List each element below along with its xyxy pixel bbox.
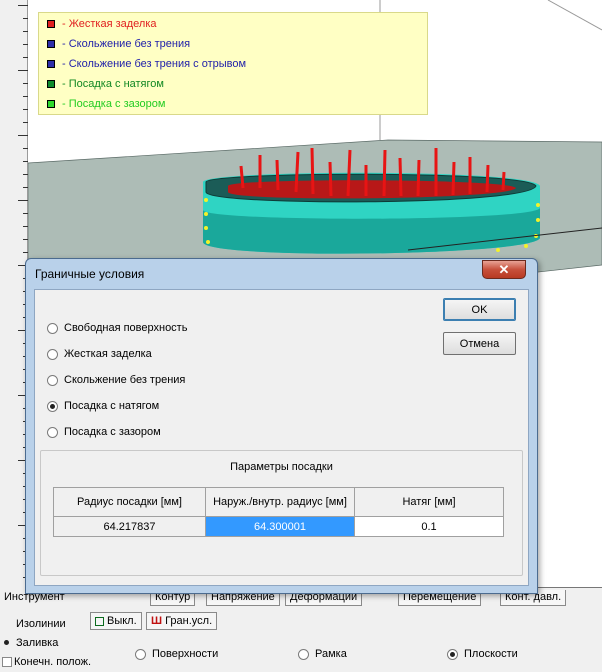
legend-swatch bbox=[47, 40, 55, 48]
radio-circle bbox=[298, 648, 309, 660]
fit-parameters-table: Радиус посадки [мм] Наруж./внутр. радиус… bbox=[53, 487, 504, 537]
off-button[interactable]: Выкл. bbox=[90, 612, 142, 630]
bc-button[interactable]: Ш Гран.усл. bbox=[146, 612, 218, 630]
fit-parameters-group: Параметры посадки Радиус посадки [мм] На… bbox=[40, 450, 523, 576]
radio-label: Скольжение без трения bbox=[64, 374, 186, 386]
radio-label: Плоскости bbox=[464, 648, 518, 660]
radio-isolines[interactable]: Изолинии bbox=[2, 616, 66, 632]
ok-button[interactable]: OK bbox=[443, 298, 516, 321]
radio-final-position[interactable]: Конечн. полож. bbox=[2, 654, 91, 670]
table-header: Радиус посадки [мм] bbox=[53, 487, 206, 517]
radio-fill[interactable]: Заливка bbox=[2, 635, 58, 651]
close-icon: ✕ bbox=[498, 262, 510, 277]
legend-swatch bbox=[47, 20, 55, 28]
outer-inner-radius-cell[interactable]: 64.300001 bbox=[205, 516, 355, 537]
radio-circle bbox=[47, 426, 58, 438]
legend-item-clearance: - Посадка с зазором bbox=[47, 96, 165, 112]
radio-fixed[interactable]: Жесткая заделка bbox=[47, 346, 152, 362]
radio-circle bbox=[135, 648, 146, 660]
fit-parameters-title: Параметры посадки bbox=[230, 461, 333, 473]
fit-radius-cell[interactable]: 64.217837 bbox=[53, 516, 206, 537]
close-button[interactable]: ✕ bbox=[482, 260, 526, 279]
interference-cell[interactable]: 0.1 bbox=[354, 516, 504, 537]
cancel-button[interactable]: Отмена bbox=[443, 332, 516, 355]
bottom-panel: Изолинии Заливка Конечн. полож. Выкл. Ш … bbox=[0, 608, 602, 672]
bc-button-label: Гран.усл. bbox=[165, 615, 213, 627]
checkbox-box bbox=[95, 616, 104, 626]
ruler-tick bbox=[18, 135, 28, 136]
radio-label: Свободная поверхность bbox=[64, 322, 188, 334]
legend-label: - Посадка с зазором bbox=[62, 98, 166, 110]
radio-surfaces[interactable]: Поверхности bbox=[135, 646, 218, 662]
legend-item-fixed: - Жесткая заделка bbox=[47, 16, 157, 32]
legend-swatch bbox=[47, 60, 55, 68]
table-header: Наруж./внутр. радиус [мм] bbox=[205, 487, 355, 517]
radio-interference-fit[interactable]: Посадка с натягом bbox=[47, 398, 159, 414]
legend-label: - Жесткая заделка bbox=[62, 18, 157, 30]
radio-frame[interactable]: Рамка bbox=[298, 646, 347, 662]
legend-swatch bbox=[47, 100, 55, 108]
radio-free-surface[interactable]: Свободная поверхность bbox=[47, 320, 187, 336]
dialog-title: Граничные условия bbox=[35, 267, 145, 281]
bc-icon: Ш bbox=[151, 615, 163, 627]
radio-label: Заливка bbox=[16, 637, 59, 649]
radio-circle bbox=[447, 648, 458, 660]
legend-swatch bbox=[47, 80, 55, 88]
ruler-tick bbox=[18, 5, 28, 6]
radio-label: Изолинии bbox=[16, 618, 66, 630]
legend-label: - Посадка с натягом bbox=[62, 78, 164, 90]
legend-box: - Жесткая заделка - Скольжение без трени… bbox=[38, 12, 428, 115]
radio-label: Жесткая заделка bbox=[64, 348, 152, 360]
radio-label: Конечн. полож. bbox=[14, 656, 92, 668]
boundary-conditions-dialog: Граничные условия ✕ OK Отмена Свободная … bbox=[25, 258, 538, 594]
checkbox-box bbox=[2, 657, 12, 667]
left-ruler bbox=[0, 0, 28, 590]
radio-label: Рамка bbox=[315, 648, 347, 660]
legend-label: - Скольжение без трения bbox=[62, 38, 191, 50]
radio-frictionless[interactable]: Скольжение без трения bbox=[47, 372, 185, 388]
radio-clearance-fit[interactable]: Посадка с зазором bbox=[47, 424, 161, 440]
legend-label: - Скольжение без трения с отрывом bbox=[62, 58, 247, 70]
radio-circle bbox=[2, 638, 12, 649]
dialog-body: OK Отмена Свободная поверхность Жесткая … bbox=[34, 289, 529, 586]
off-button-label: Выкл. bbox=[107, 615, 137, 627]
ruler-tick bbox=[18, 200, 28, 201]
legend-item-slide: - Скольжение без трения bbox=[47, 36, 190, 52]
radio-label: Поверхности bbox=[152, 648, 219, 660]
legend-item-interference: - Посадка с натягом bbox=[47, 76, 164, 92]
radio-circle bbox=[2, 619, 12, 630]
ruler-tick bbox=[18, 70, 28, 71]
radio-circle bbox=[47, 348, 58, 360]
table-header-row: Радиус посадки [мм] Наруж./внутр. радиус… bbox=[53, 487, 504, 517]
radio-circle bbox=[47, 400, 58, 412]
radio-circle bbox=[47, 374, 58, 386]
radio-label: Посадка с зазором bbox=[64, 426, 161, 438]
radio-planes[interactable]: Плоскости bbox=[447, 646, 518, 662]
radio-label: Посадка с натягом bbox=[64, 400, 160, 412]
table-row: 64.217837 64.300001 0.1 bbox=[53, 516, 504, 537]
table-header: Натяг [мм] bbox=[354, 487, 504, 517]
radio-circle bbox=[47, 322, 58, 334]
legend-item-slide-separation: - Скольжение без трения с отрывом bbox=[47, 56, 246, 72]
